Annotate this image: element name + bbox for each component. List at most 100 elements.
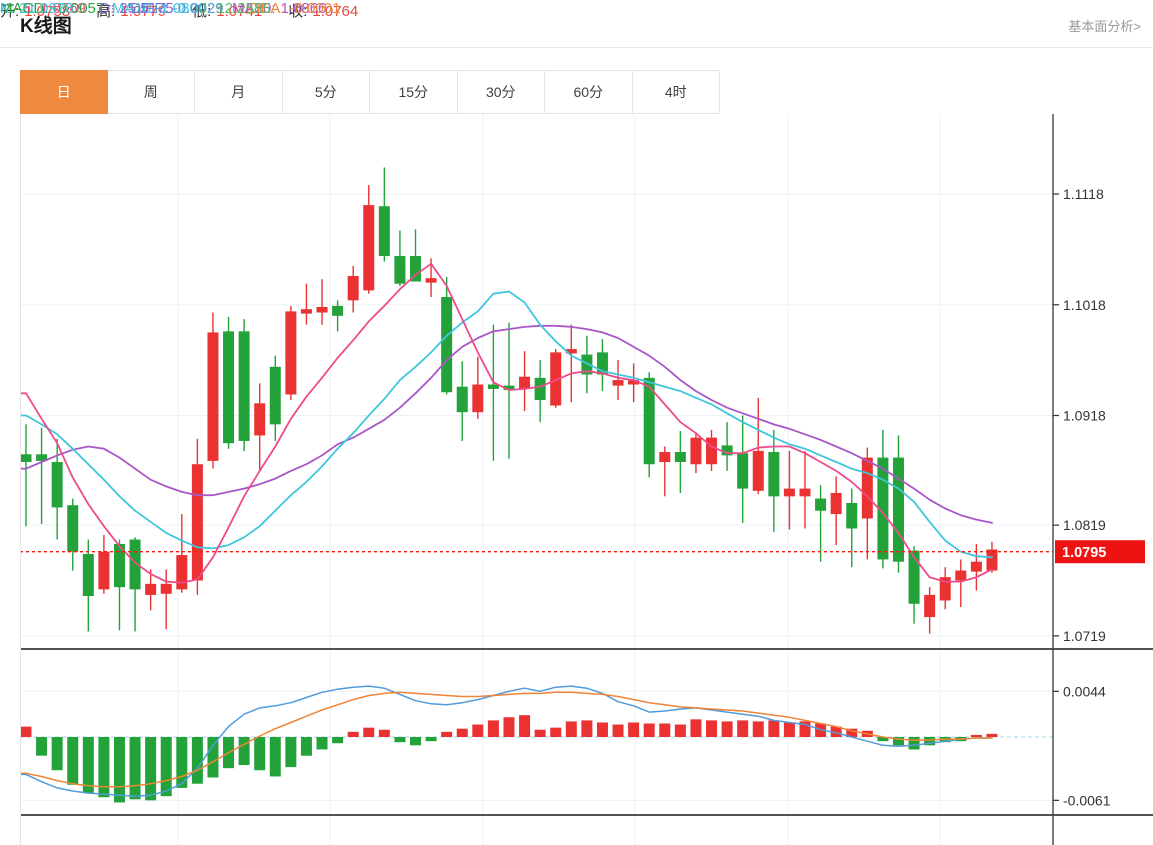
candle-body[interactable] (706, 437, 718, 465)
macd-bar[interactable] (783, 722, 795, 737)
candle-body[interactable] (690, 437, 702, 465)
macd-bar[interactable] (129, 737, 141, 800)
candle-body[interactable] (347, 275, 359, 301)
candle-body[interactable] (752, 450, 764, 491)
macd-bar[interactable] (643, 723, 655, 737)
macd-bar[interactable] (970, 734, 982, 737)
macd-bar[interactable] (659, 723, 671, 737)
macd-bar[interactable] (285, 737, 297, 768)
macd-bar[interactable] (441, 731, 453, 737)
macd-histogram[interactable] (20, 715, 998, 803)
candle-body[interactable] (51, 462, 63, 508)
macd-bar[interactable] (347, 731, 359, 737)
tab-day[interactable]: 日 (20, 70, 108, 114)
tab-30min[interactable]: 30分 (457, 70, 545, 114)
candle-body[interactable] (737, 453, 749, 489)
candle-body[interactable] (861, 457, 873, 519)
macd-bar[interactable] (519, 715, 531, 737)
macd-bar[interactable] (472, 724, 484, 737)
macd-bar[interactable] (113, 737, 125, 803)
macd-bar[interactable] (145, 737, 157, 801)
tab-5min[interactable]: 5分 (282, 70, 370, 114)
candles[interactable] (20, 167, 998, 634)
macd-bar[interactable] (706, 720, 718, 737)
candle-body[interactable] (472, 384, 484, 413)
candle-body[interactable] (254, 403, 266, 436)
macd-bar[interactable] (550, 727, 562, 737)
macd-bar[interactable] (51, 737, 63, 771)
macd-bar[interactable] (207, 737, 219, 778)
candle-body[interactable] (955, 570, 967, 581)
macd-bar[interactable] (721, 721, 733, 737)
candle-body[interactable] (892, 457, 904, 562)
macd-bar[interactable] (690, 719, 702, 737)
candle-body[interactable] (67, 505, 79, 552)
macd-bar[interactable] (191, 737, 203, 784)
candle-body[interactable] (238, 331, 250, 441)
macd-bar[interactable] (628, 722, 640, 737)
macd-bar[interactable] (269, 737, 281, 777)
candle-body[interactable] (846, 502, 858, 529)
candle-body[interactable] (285, 311, 297, 395)
macd-bar[interactable] (752, 721, 764, 737)
candle-body[interactable] (191, 464, 203, 581)
candle-body[interactable] (830, 493, 842, 515)
macd-bar[interactable] (908, 737, 920, 750)
macd-bar[interactable] (674, 724, 686, 737)
candle-body[interactable] (378, 206, 390, 257)
macd-bar[interactable] (98, 737, 110, 798)
macd-bar[interactable] (768, 720, 780, 737)
candle-body[interactable] (145, 583, 157, 595)
tab-15min[interactable]: 15分 (370, 70, 458, 114)
candle-body[interactable] (768, 452, 780, 497)
candle-body[interactable] (674, 452, 686, 463)
macd-bar[interactable] (316, 737, 328, 750)
kline-chart-svg[interactable]: 1.1118 1.1018 1.0918 1.0819 1.0719 0.0044 -0.0… (0, 0, 1153, 845)
tab-4hour[interactable]: 4时 (632, 70, 720, 114)
candle-body[interactable] (176, 555, 188, 590)
candle-body[interactable] (659, 452, 671, 463)
candle-body[interactable] (441, 296, 453, 393)
macd-bar[interactable] (238, 737, 250, 766)
candle-body[interactable] (799, 488, 811, 497)
candle-body[interactable] (986, 549, 998, 571)
candle-body[interactable] (456, 386, 468, 413)
macd-bar[interactable] (254, 737, 266, 771)
macd-bar[interactable] (456, 728, 468, 737)
candle-body[interactable] (300, 309, 312, 314)
candle-body[interactable] (160, 583, 172, 594)
macd-bar[interactable] (36, 737, 48, 756)
macd-bar[interactable] (596, 722, 608, 737)
candle-body[interactable] (394, 256, 406, 284)
macd-bar[interactable] (986, 733, 998, 737)
macd-bar[interactable] (20, 726, 32, 737)
candle-body[interactable] (98, 551, 110, 590)
candle-body[interactable] (612, 380, 624, 386)
candle-body[interactable] (815, 498, 827, 511)
candle-body[interactable] (20, 454, 32, 463)
tab-60min[interactable]: 60分 (545, 70, 633, 114)
candle-body[interactable] (363, 205, 375, 291)
candle-body[interactable] (924, 594, 936, 618)
macd-bar[interactable] (565, 721, 577, 737)
candle-body[interactable] (269, 366, 281, 425)
macd-bar[interactable] (534, 729, 546, 737)
macd-bar[interactable] (67, 737, 79, 785)
candle-body[interactable] (316, 306, 328, 313)
macd-bar[interactable] (737, 720, 749, 737)
candle-body[interactable] (519, 376, 531, 389)
macd-bar[interactable] (503, 717, 515, 737)
candle-body[interactable] (332, 305, 344, 316)
macd-bar[interactable] (581, 720, 593, 737)
macd-bar[interactable] (612, 724, 624, 737)
macd-bar[interactable] (332, 737, 344, 744)
macd-bar[interactable] (300, 737, 312, 756)
macd-bar[interactable] (378, 729, 390, 737)
macd-bar[interactable] (363, 727, 375, 737)
candle-body[interactable] (783, 488, 795, 497)
macd-bar[interactable] (487, 720, 499, 737)
candle-body[interactable] (82, 553, 94, 597)
macd-bar[interactable] (160, 737, 172, 797)
macd-bar[interactable] (394, 737, 406, 743)
candle-body[interactable] (425, 278, 437, 283)
